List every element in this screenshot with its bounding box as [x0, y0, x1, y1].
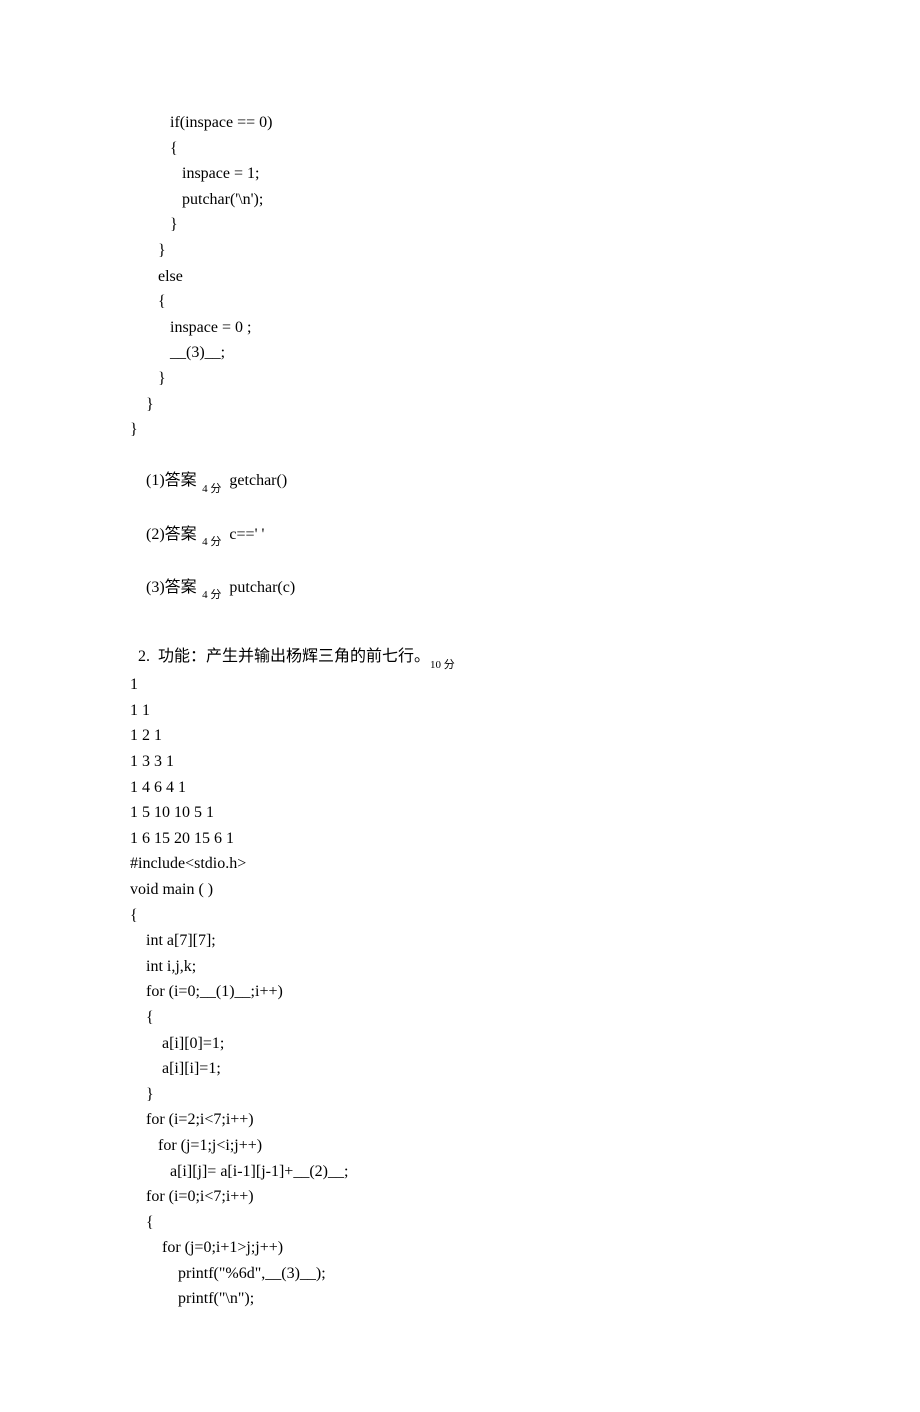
code-line: int a[7][7]; [130, 928, 790, 954]
code-line: for (j=0;i+1>j;j++) [130, 1235, 790, 1261]
code-line: a[i][0]=1; [130, 1031, 790, 1057]
answer-label: (2)答案 [138, 526, 197, 543]
answer-label: (1)答案 [138, 472, 197, 489]
code-line: printf("\n"); [130, 1286, 790, 1312]
code-line: a[i][i]=1; [130, 1056, 790, 1082]
code-line: { [130, 289, 790, 315]
code-line: for (i=2;i<7;i++) [130, 1107, 790, 1133]
code-line: } [130, 366, 790, 392]
answer-points: 4 分 [197, 483, 222, 495]
triangle-row: 1 4 6 4 1 [130, 775, 790, 801]
question-2-title: 2. 功能：产生并输出杨辉三角的前七行。10 分 [130, 619, 790, 672]
answer-label: (3)答案 [138, 579, 197, 596]
code-line: for (j=1;j<i;j++) [130, 1133, 790, 1159]
code-line: { [130, 136, 790, 162]
code-line: } [130, 1082, 790, 1108]
code-line: int i,j,k; [130, 954, 790, 980]
question-title-text: 2. 功能：产生并输出杨辉三角的前七行。 [138, 648, 430, 665]
code-line: __(3)__; [130, 340, 790, 366]
code-line: { [130, 1005, 790, 1031]
answer-points: 4 分 [197, 536, 222, 548]
answer-value: getchar() [221, 472, 287, 489]
code-line: void main ( ) [130, 877, 790, 903]
answer-line-3: (3)答案 4 分 putchar(c) [130, 549, 790, 602]
code-line: printf("%6d",__(3)__); [130, 1261, 790, 1287]
triangle-row: 1 3 3 1 [130, 749, 790, 775]
code-line: { [130, 1210, 790, 1236]
code-line: inspace = 1; [130, 161, 790, 187]
code-line: inspace = 0 ; [130, 315, 790, 341]
question-points: 10 分 [430, 659, 455, 671]
code-line: } [130, 392, 790, 418]
answer-value: c==' ' [221, 526, 264, 543]
code-line: { [130, 903, 790, 929]
triangle-row: 1 2 1 [130, 723, 790, 749]
answer-value: putchar(c) [221, 579, 295, 596]
code-line: a[i][j]= a[i-1][j-1]+__(2)__; [130, 1159, 790, 1185]
spacer [130, 603, 790, 619]
code-line: } [130, 212, 790, 238]
answer-line-1: (1)答案 4 分 getchar() [130, 443, 790, 496]
triangle-row: 1 [130, 672, 790, 698]
code-line: } [130, 238, 790, 264]
answer-points: 4 分 [197, 589, 222, 601]
triangle-row: 1 1 [130, 698, 790, 724]
answer-line-2: (2)答案 4 分 c==' ' [130, 496, 790, 549]
code-line: for (i=0;__(1)__;i++) [130, 979, 790, 1005]
code-line: for (i=0;i<7;i++) [130, 1184, 790, 1210]
code-line: putchar('\n'); [130, 187, 790, 213]
triangle-row: 1 5 10 10 5 1 [130, 800, 790, 826]
code-line: } [130, 417, 790, 443]
triangle-row: 1 6 15 20 15 6 1 [130, 826, 790, 852]
code-line: if(inspace == 0) [130, 110, 790, 136]
code-line: else [130, 264, 790, 290]
code-line: #include<stdio.h> [130, 851, 790, 877]
